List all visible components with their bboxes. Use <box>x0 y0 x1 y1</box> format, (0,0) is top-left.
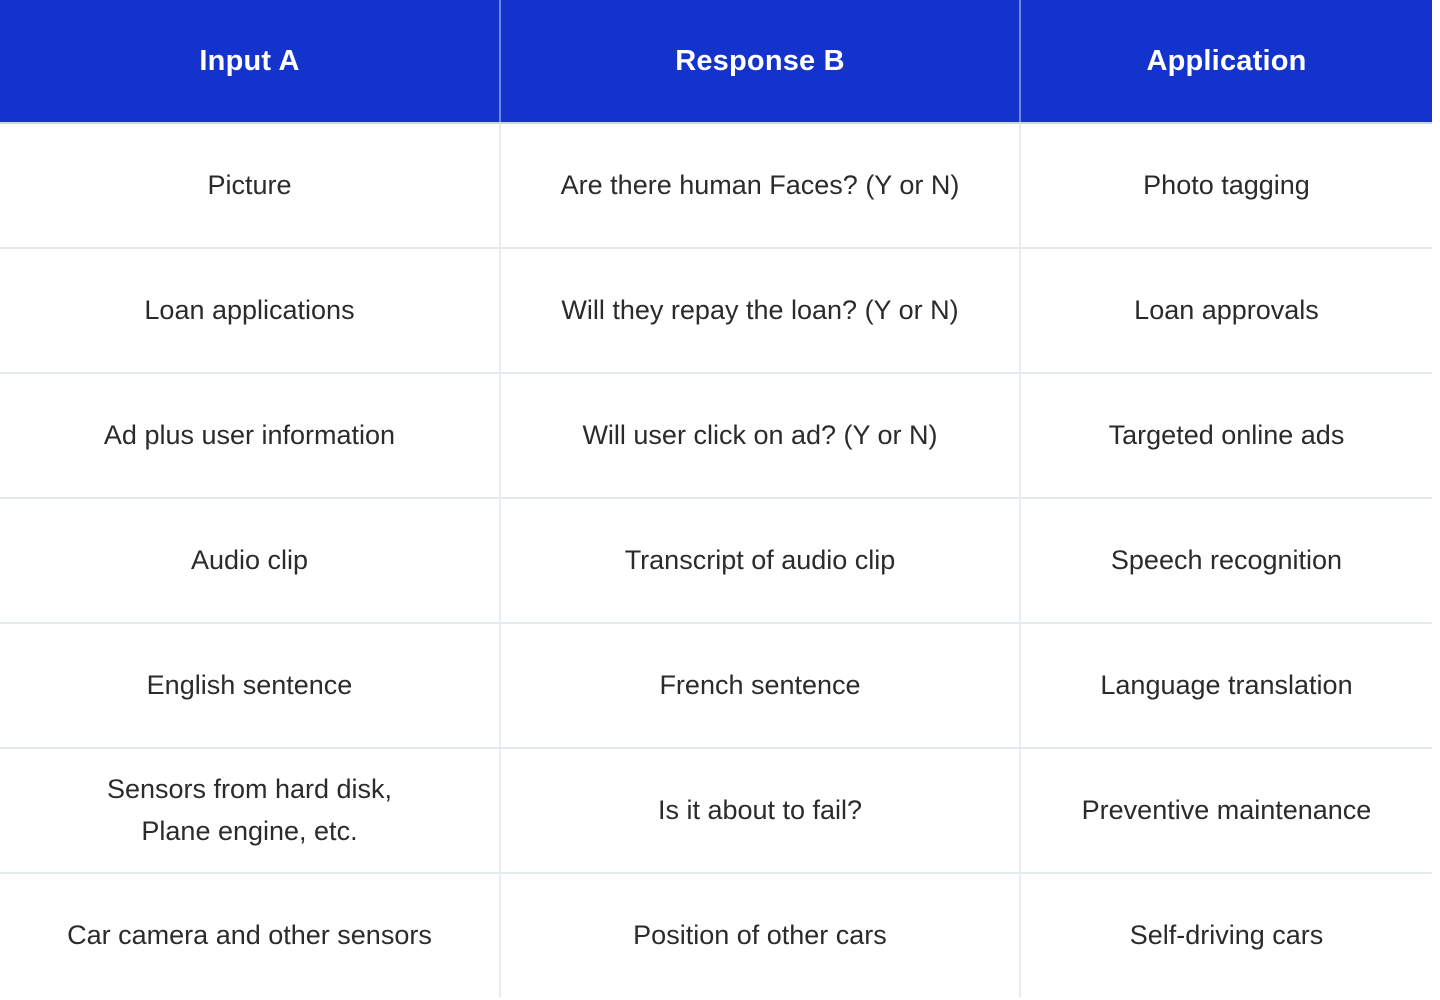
table-row: Loan applications Will they repay the lo… <box>0 248 1432 374</box>
cell-input: English sentence <box>0 623 501 749</box>
table-row: Ad plus user information Will user click… <box>0 373 1432 499</box>
cell-input: Car camera and other sensors <box>0 873 501 998</box>
column-header-response-b: Response B <box>500 0 1021 124</box>
supervised-learning-examples-table: Input A Response B Application Picture A… <box>0 0 1432 998</box>
column-header-input-a: Input A <box>0 0 501 124</box>
cell-input: Audio clip <box>0 498 501 624</box>
page-right-margin <box>1432 0 1440 1000</box>
cell-response: Will user click on ad? (Y or N) <box>500 373 1021 499</box>
cell-input-line-1: Sensors from hard disk, <box>106 773 393 804</box>
column-header-application: Application <box>1020 0 1432 124</box>
cell-application: Photo tagging <box>1020 123 1432 249</box>
cell-input: Sensors from hard disk, Plane engine, et… <box>0 748 501 874</box>
table-row: Picture Are there human Faces? (Y or N) … <box>0 123 1432 249</box>
cell-response: Are there human Faces? (Y or N) <box>500 123 1021 249</box>
cell-input: Picture <box>0 123 501 249</box>
cell-application: Self-driving cars <box>1020 873 1432 998</box>
table-header: Input A Response B Application <box>0 0 1432 124</box>
cell-application: Targeted online ads <box>1020 373 1432 499</box>
table-row: Sensors from hard disk, Plane engine, et… <box>0 748 1432 874</box>
cell-input: Ad plus user information <box>0 373 501 499</box>
examples-table-container: Input A Response B Application Picture A… <box>0 0 1432 1000</box>
cell-response: Transcript of audio clip <box>500 498 1021 624</box>
table-row: English sentence French sentence Languag… <box>0 623 1432 749</box>
cell-application: Preventive maintenance <box>1020 748 1432 874</box>
cell-input: Loan applications <box>0 248 501 374</box>
table-body: Picture Are there human Faces? (Y or N) … <box>0 123 1432 998</box>
table-row: Audio clip Transcript of audio clip Spee… <box>0 498 1432 624</box>
cell-application: Speech recognition <box>1020 498 1432 624</box>
cell-response: French sentence <box>500 623 1021 749</box>
cell-input-line-2: Plane engine, etc. <box>141 815 358 846</box>
cell-response: Will they repay the loan? (Y or N) <box>500 248 1021 374</box>
cell-application: Loan approvals <box>1020 248 1432 374</box>
cell-application: Language translation <box>1020 623 1432 749</box>
table-row: Car camera and other sensors Position of… <box>0 873 1432 998</box>
cell-response: Position of other cars <box>500 873 1021 998</box>
page-root: Input A Response B Application Picture A… <box>0 0 1440 1000</box>
table-header-row: Input A Response B Application <box>0 0 1432 124</box>
cell-response: Is it about to fail? <box>500 748 1021 874</box>
